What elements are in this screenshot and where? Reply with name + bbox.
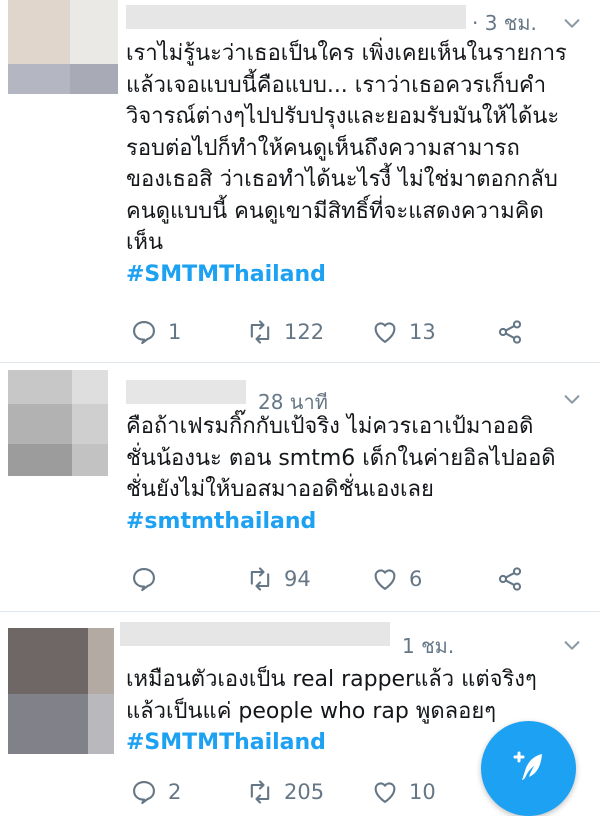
timestamp[interactable]: 1 ชม.	[402, 630, 454, 662]
tweet-line: ของเธอสิ ว่าเธอทำได้นะไรงี้ ไม่ใช่มาตอกก…	[126, 167, 558, 192]
tweet-line: แล้วเจอแบบนี้คือแบบ... เราว่าเธอควรเก็บค…	[126, 72, 547, 98]
reply-button[interactable]	[130, 559, 168, 599]
reply-icon	[133, 568, 155, 592]
chevron-down-icon[interactable]	[561, 634, 583, 656]
retweet-count: 122	[284, 320, 325, 344]
tweet-actions: 94 6	[126, 559, 586, 599]
author-name-redacted[interactable]	[120, 622, 390, 646]
heart-icon	[374, 322, 396, 343]
tweet-line: เหมือนตัวเองเป็น real rapperแล้ว แต่จริง…	[126, 667, 537, 692]
avatar[interactable]	[8, 628, 114, 754]
avatar[interactable]	[8, 370, 108, 476]
like-count: 6	[409, 567, 423, 591]
retweet-count: 205	[284, 780, 325, 804]
author-name-redacted[interactable]	[126, 380, 246, 404]
like-count: 10	[409, 780, 436, 804]
timestamp[interactable]: · 3 ชม.	[472, 7, 537, 39]
retweet-button[interactable]: 94	[246, 559, 311, 599]
tweet-2[interactable]: 28 นาที คือถ้าเฟรมกิ๊กกับเป้จริง ไม่ควรเ…	[0, 363, 600, 612]
like-button[interactable]: 13	[371, 312, 436, 352]
tweet-line: คือถ้าเฟรมกิ๊กกับเป้จริง ไม่ควรเอาเป้มาอ…	[126, 414, 534, 439]
share-button[interactable]	[496, 312, 524, 352]
retweet-icon	[250, 320, 270, 344]
reply-count: 1	[168, 320, 182, 344]
reply-count: 2	[168, 780, 182, 804]
tweet-text: เราไม่รู้นะว่าเธอเป็นใคร เพิ่งเคยเห็นในร…	[126, 38, 586, 290]
reply-icon	[133, 321, 155, 345]
tweet-line: คนดูแบบนี้ คนดูเขามีสิทธิ์ที่จะแสดงความค…	[126, 198, 544, 224]
reply-button[interactable]: 2	[130, 772, 181, 812]
tweet-text: คือถ้าเฟรมกิ๊กกับเป้จริง ไม่ควรเอาเป้มาอ…	[126, 411, 586, 537]
tweet-line: เห็น	[126, 230, 164, 255]
tweet-line: เราไม่รู้นะว่าเธอเป็นใคร เพิ่งเคยเห็นในร…	[126, 41, 567, 66]
compose-tweet-button[interactable]	[481, 721, 576, 816]
hashtag-link[interactable]: #SMTMThailand	[126, 259, 586, 291]
reply-icon	[133, 781, 155, 805]
hashtag-link[interactable]: #smtmthailand	[126, 506, 586, 538]
tweet-line: รอบต่อไปก็ทำให้คนดูเห็นถึงความสามารถ	[126, 135, 520, 161]
tweet-line: วิจารณ์ต่างๆไปปรับปรุงและยอมรับมันให้ได้…	[126, 104, 560, 129]
retweet-count: 94	[284, 567, 311, 591]
like-count: 13	[409, 320, 436, 344]
tweet-actions: 1 122 13	[126, 312, 586, 352]
like-button[interactable]: 10	[371, 772, 436, 812]
tweet-line: ชั่นยังไม่ให้บอสมาออดิชั่นเองเลย	[126, 477, 434, 502]
retweet-icon	[250, 780, 270, 804]
heart-icon	[374, 782, 396, 803]
retweet-button[interactable]: 205	[246, 772, 324, 812]
like-button[interactable]: 6	[371, 559, 422, 599]
reply-button[interactable]: 1	[130, 312, 181, 352]
share-icon	[498, 320, 522, 344]
chevron-down-icon[interactable]	[561, 388, 583, 410]
tweet-1[interactable]: · 3 ชม. เราไม่รู้นะว่าเธอเป็นใคร เพิ่งเค…	[0, 0, 600, 363]
retweet-icon	[250, 567, 270, 591]
share-button[interactable]	[496, 559, 524, 599]
avatar[interactable]	[8, 0, 118, 94]
compose-tweet-icon	[513, 751, 542, 780]
heart-icon	[374, 569, 396, 590]
author-name-redacted[interactable]	[126, 5, 466, 29]
tweet-line: ชั่นน้องนะ ตอน smtm6 เด็กในค่ายอิลไปออดิ	[126, 445, 556, 471]
share-icon	[498, 567, 522, 591]
chevron-down-icon[interactable]	[561, 12, 583, 34]
retweet-button[interactable]: 122	[246, 312, 324, 352]
